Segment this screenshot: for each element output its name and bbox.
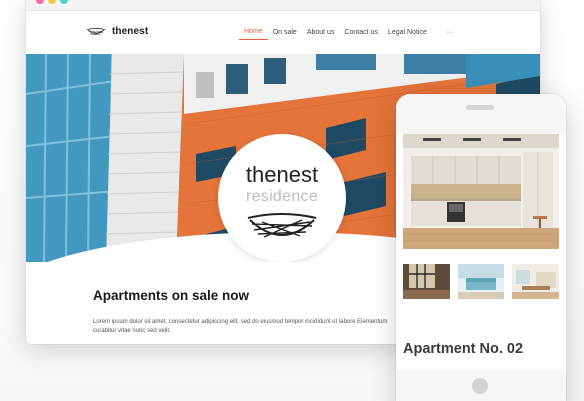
thumbnail-photo-3 — [512, 264, 560, 299]
browser-top-bar — [26, 0, 540, 11]
brand-name: thenest — [112, 26, 149, 37]
home-button-icon[interactable] — [472, 378, 488, 394]
maximize-dot-icon[interactable] — [60, 0, 68, 4]
close-dot-icon[interactable] — [36, 0, 44, 4]
phone-top-bezel — [396, 94, 566, 134]
window-controls — [36, 0, 68, 4]
section-heading: Apartments on sale now — [93, 288, 250, 303]
speaker-icon — [466, 105, 494, 110]
site-header: thenest Home On sale About us Contact us… — [26, 11, 540, 55]
apartment-main-photo[interactable] — [403, 134, 559, 249]
thumbnail-photo-2 — [457, 264, 505, 299]
nav-item-home[interactable]: Home — [239, 24, 268, 40]
thumbnail-1[interactable] — [403, 264, 450, 299]
logo-tagline: residence — [245, 188, 319, 205]
section-body-text: Lorem ipsum dolor sit amet, consectetur … — [93, 319, 388, 334]
thumbnail-3[interactable] — [512, 264, 560, 299]
more-menu-icon[interactable]: ··· — [440, 25, 459, 40]
nav-item-legal-notice[interactable]: Legal Notice — [383, 25, 432, 40]
main-navigation: Home On sale About us Contact us Legal N… — [239, 24, 459, 40]
nest-icon — [247, 213, 317, 238]
nest-logo-icon — [86, 27, 106, 35]
mobile-phone-mockup: Apartment No. 02 — [396, 94, 566, 401]
nav-item-on-sale[interactable]: On sale — [268, 25, 302, 40]
nav-item-contact-us[interactable]: Contact us — [339, 25, 382, 40]
apartment-title: Apartment No. 02 — [403, 341, 524, 357]
nav-item-about-us[interactable]: About us — [302, 25, 340, 40]
thumbnail-2[interactable] — [457, 264, 505, 299]
phone-bottom-bezel — [396, 370, 566, 401]
showcase-stage: thenest Home On sale About us Contact us… — [0, 0, 584, 401]
phone-screen: Apartment No. 02 — [403, 134, 560, 370]
minimize-dot-icon[interactable] — [48, 0, 56, 4]
brand-logo[interactable]: thenest — [86, 26, 148, 37]
thumbnail-photo-1 — [403, 264, 450, 299]
kitchen-photo — [403, 134, 559, 249]
apartment-thumbnails — [403, 264, 560, 299]
residence-logo-badge: thenest residence — [218, 134, 346, 262]
logo-name: thenest — [245, 162, 319, 187]
